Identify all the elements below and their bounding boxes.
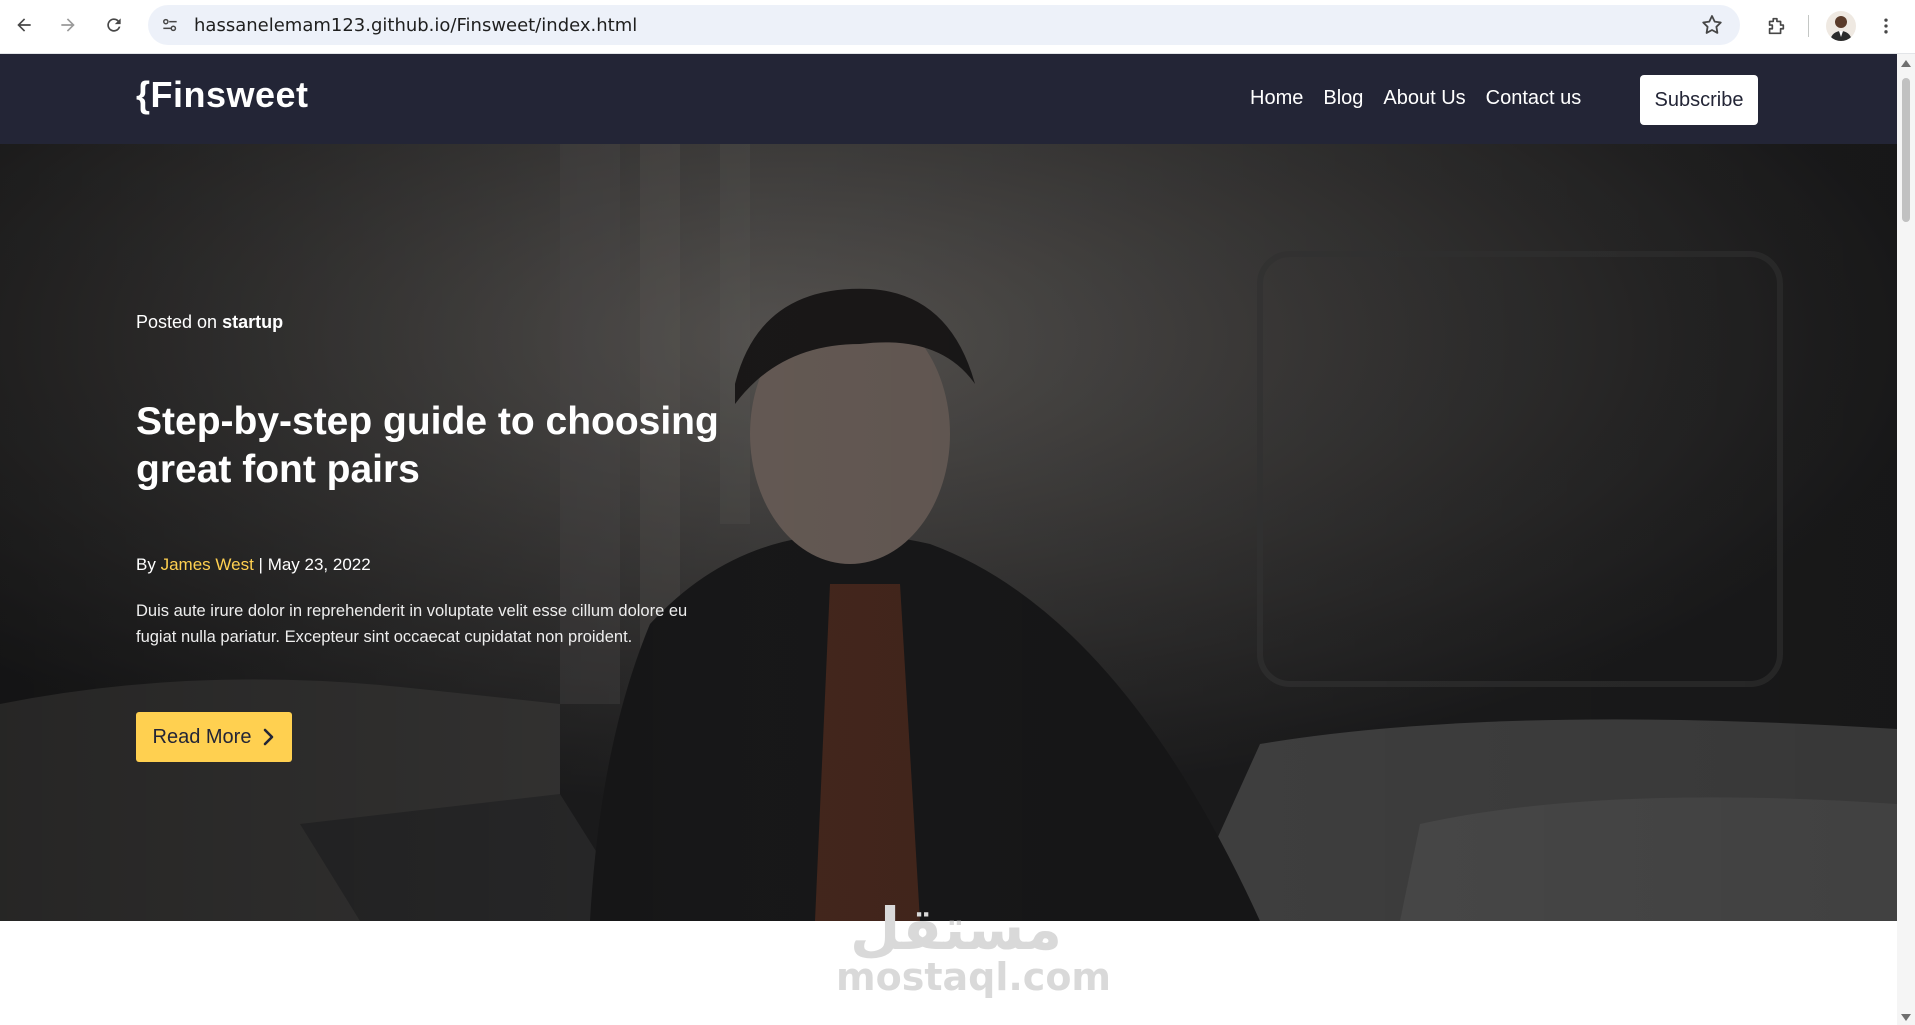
- nav-link-about-us[interactable]: About Us: [1383, 87, 1465, 110]
- chevron-right-icon: [264, 728, 274, 746]
- hero-background-image: [0, 144, 1897, 921]
- forward-icon[interactable]: [52, 9, 84, 41]
- page-viewport: {Finsweet Home Blog About Us Contact us …: [0, 54, 1897, 1025]
- extensions-icon[interactable]: [1760, 11, 1792, 41]
- url-text[interactable]: hassanelemam123.github.io/Finsweet/index…: [194, 15, 637, 36]
- watermark-logo: مستقل mostaql.com: [836, 895, 1112, 999]
- subscribe-button[interactable]: Subscribe: [1640, 75, 1758, 125]
- browser-toolbar: hassanelemam123.github.io/Finsweet/index…: [0, 0, 1915, 54]
- vertical-scrollbar[interactable]: [1897, 54, 1915, 1025]
- posted-on: Posted on startup: [136, 312, 283, 333]
- post-meta: By James West | May 23, 2022: [136, 555, 371, 575]
- posted-prefix: Posted on: [136, 312, 218, 332]
- watermark-latin: mostaql.com: [836, 955, 1112, 999]
- scroll-down-arrow-icon[interactable]: [1901, 1014, 1911, 1021]
- address-bar[interactable]: hassanelemam123.github.io/Finsweet/index…: [148, 5, 1740, 45]
- hero-title: Step-by-step guide to choosing great fon…: [136, 400, 719, 491]
- author-link[interactable]: James West: [161, 555, 254, 574]
- category-link[interactable]: startup: [222, 312, 283, 332]
- post-date: May 23, 2022: [267, 555, 371, 574]
- nav-link-contact-us[interactable]: Contact us: [1486, 87, 1582, 110]
- scrollbar-thumb[interactable]: [1902, 78, 1910, 222]
- menu-icon[interactable]: [1874, 11, 1898, 41]
- read-more-label: Read More: [152, 725, 252, 748]
- by-prefix: By: [136, 555, 156, 574]
- meta-separator: |: [258, 555, 263, 574]
- star-icon[interactable]: [1700, 13, 1724, 37]
- toolbar-divider: [1808, 15, 1809, 37]
- read-more-button[interactable]: Read More: [136, 712, 292, 762]
- nav-link-blog[interactable]: Blog: [1323, 87, 1363, 110]
- back-icon[interactable]: [8, 9, 40, 41]
- main-nav: Home Blog About Us Contact us: [1250, 87, 1581, 110]
- hero-excerpt: Duis aute irure dolor in reprehenderit i…: [136, 602, 688, 646]
- site-settings-icon[interactable]: [154, 9, 186, 41]
- scroll-up-arrow-icon[interactable]: [1901, 60, 1911, 67]
- profile-avatar[interactable]: [1826, 11, 1856, 41]
- hero-section: Posted on startup Step-by-step guide to …: [0, 144, 1897, 921]
- site-header: {Finsweet Home Blog About Us Contact us …: [0, 54, 1897, 144]
- nav-link-home[interactable]: Home: [1250, 87, 1303, 110]
- reload-icon[interactable]: [98, 9, 130, 41]
- watermark-arabic: مستقل: [849, 895, 1063, 963]
- site-logo[interactable]: {Finsweet: [136, 74, 309, 116]
